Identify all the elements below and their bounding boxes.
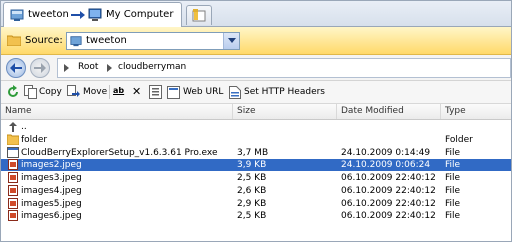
source-dropdown-button[interactable] — [223, 33, 239, 49]
http-headers-icon — [229, 86, 241, 99]
web-url-label: Web URL — [183, 87, 224, 97]
toolbar-separator — [109, 85, 110, 99]
back-arrow-icon — [10, 63, 22, 73]
table-row[interactable]: images5.jpeg 2,9 KB 06.10.2009 22:40:12 Fil… — [1, 197, 511, 210]
file-date-modified: 24.10.2009 0:14:49 — [341, 147, 431, 158]
file-size: 3,7 MB — [237, 147, 269, 158]
list-item-up[interactable]: .. — [1, 121, 511, 133]
column-header-size[interactable]: Size — [233, 104, 337, 119]
folder-icon — [7, 35, 21, 46]
delete-button[interactable]: ✕ — [131, 84, 144, 100]
file-date-modified: 06.10.2009 22:40:12 — [341, 211, 436, 222]
file-name: images5.jpeg — [21, 198, 82, 209]
file-name: folder — [21, 135, 48, 145]
table-row[interactable]: CloudBerryExplorerSetup_v1.6.3.61 Pro.ex… — [1, 146, 511, 159]
breadcrumb-arrow-icon — [64, 64, 69, 72]
image-file-icon — [8, 184, 18, 196]
file-size: 2,6 KB — [237, 185, 267, 196]
file-name: images3.jpeg — [21, 173, 82, 184]
tab-strip: tweeton My Computer — [1, 1, 511, 27]
up-label: .. — [21, 122, 27, 132]
navigation-bar: Root cloudberryman — [1, 55, 511, 81]
new-tab-button[interactable] — [186, 5, 212, 25]
file-size: 2,5 KB — [237, 173, 267, 184]
source-bar: Source: tweeton — [1, 27, 511, 55]
forward-button[interactable] — [30, 58, 50, 78]
rename-icon: ab — [113, 86, 125, 95]
bucket-icon — [10, 9, 24, 21]
file-type: File — [445, 185, 461, 196]
file-name: CloudBerryExplorerSetup_v1.6.3.61 Pro.ex… — [21, 147, 218, 158]
file-type: Folder — [445, 135, 473, 145]
forward-arrow-icon — [34, 63, 46, 73]
set-http-headers-button[interactable]: Set HTTP Headers — [229, 83, 325, 101]
source-select-value: tweeton — [86, 35, 127, 46]
source-label: Source: — [25, 35, 63, 46]
breadcrumb-folder[interactable]: cloudberryman — [118, 62, 186, 72]
column-header-date-modified[interactable]: Date Modified — [337, 104, 441, 119]
file-date-modified: 24.10.2009 0:06:24 — [341, 160, 431, 171]
new-tab-icon — [192, 9, 206, 22]
computer-icon — [88, 8, 102, 21]
file-size: 2,5 KB — [237, 211, 267, 222]
explorer-window: tweeton My Computer Source: tweeton Root… — [0, 0, 512, 242]
rename-button[interactable]: ab — [112, 84, 127, 100]
image-file-icon — [8, 210, 18, 222]
delete-icon: ✕ — [132, 85, 142, 98]
file-name: images6.jpeg — [21, 211, 82, 222]
web-url-button[interactable]: Web URL — [167, 83, 225, 101]
tab-title-left: tweeton — [28, 9, 69, 20]
file-date-modified — [341, 134, 441, 146]
tab-tweeton-my-computer[interactable]: tweeton My Computer — [3, 2, 182, 27]
file-date-modified: 06.10.2009 22:40:12 — [341, 198, 436, 209]
file-type: File — [445, 160, 461, 171]
move-icon — [67, 85, 80, 97]
file-name: images4.jpeg — [21, 185, 82, 196]
file-date-modified: 06.10.2009 22:40:12 — [341, 173, 436, 184]
folder-icon — [7, 134, 19, 145]
copy-icon — [24, 85, 37, 99]
file-size: 3,9 KB — [237, 160, 267, 171]
copy-button[interactable]: Copy — [24, 83, 62, 101]
back-button[interactable] — [6, 58, 26, 78]
breadcrumb-arrow-icon — [107, 64, 112, 72]
refresh-icon[interactable] — [6, 85, 20, 99]
move-label: Move — [83, 87, 108, 97]
up-level-icon — [9, 122, 17, 132]
chevron-down-icon — [228, 38, 236, 43]
file-name: images2.jpeg — [21, 160, 82, 171]
table-row[interactable]: images6.jpeg 2,5 KB 06.10.2009 22:40:12 Fil… — [1, 210, 511, 222]
web-url-icon — [167, 86, 180, 99]
file-date-modified: 06.10.2009 22:40:12 — [341, 185, 436, 196]
file-size: 2,9 KB — [237, 198, 267, 209]
source-select[interactable]: tweeton — [66, 32, 240, 50]
image-file-icon — [8, 197, 18, 209]
breadcrumb[interactable]: Root cloudberryman — [57, 58, 511, 78]
file-type: File — [445, 147, 461, 158]
table-row[interactable]: images4.jpeg 2,6 KB 06.10.2009 22:40:12 Fil… — [1, 184, 511, 197]
exe-file-icon — [7, 146, 19, 158]
bucket-icon — [70, 36, 82, 47]
image-file-icon — [8, 159, 18, 171]
file-type: File — [445, 211, 461, 222]
toolbar: Copy Move ab ✕ Web URL Set HTTP Headers — [1, 81, 511, 104]
table-row-selected[interactable]: images2.jpeg 3,9 KB 24.10.2009 0:06:24 File — [1, 159, 511, 172]
move-button[interactable]: Move — [67, 83, 107, 101]
set-http-headers-label: Set HTTP Headers — [244, 87, 325, 97]
file-type: File — [445, 173, 461, 184]
arrow-right-icon — [71, 11, 85, 19]
file-type: File — [445, 198, 461, 209]
properties-icon[interactable] — [149, 85, 162, 99]
column-header-name[interactable]: Name — [1, 104, 233, 119]
file-size — [237, 134, 333, 146]
file-list-header: Name Size Date Modified Type — [1, 104, 511, 120]
table-row[interactable]: images3.jpeg 2,5 KB 06.10.2009 22:40:12 Fil… — [1, 172, 511, 184]
tab-title-right: My Computer — [106, 9, 174, 20]
copy-label: Copy — [39, 87, 62, 97]
image-file-icon — [8, 172, 18, 184]
column-header-type[interactable]: Type — [441, 104, 511, 119]
table-row[interactable]: folder Folder — [1, 134, 511, 146]
breadcrumb-root[interactable]: Root — [78, 62, 98, 72]
